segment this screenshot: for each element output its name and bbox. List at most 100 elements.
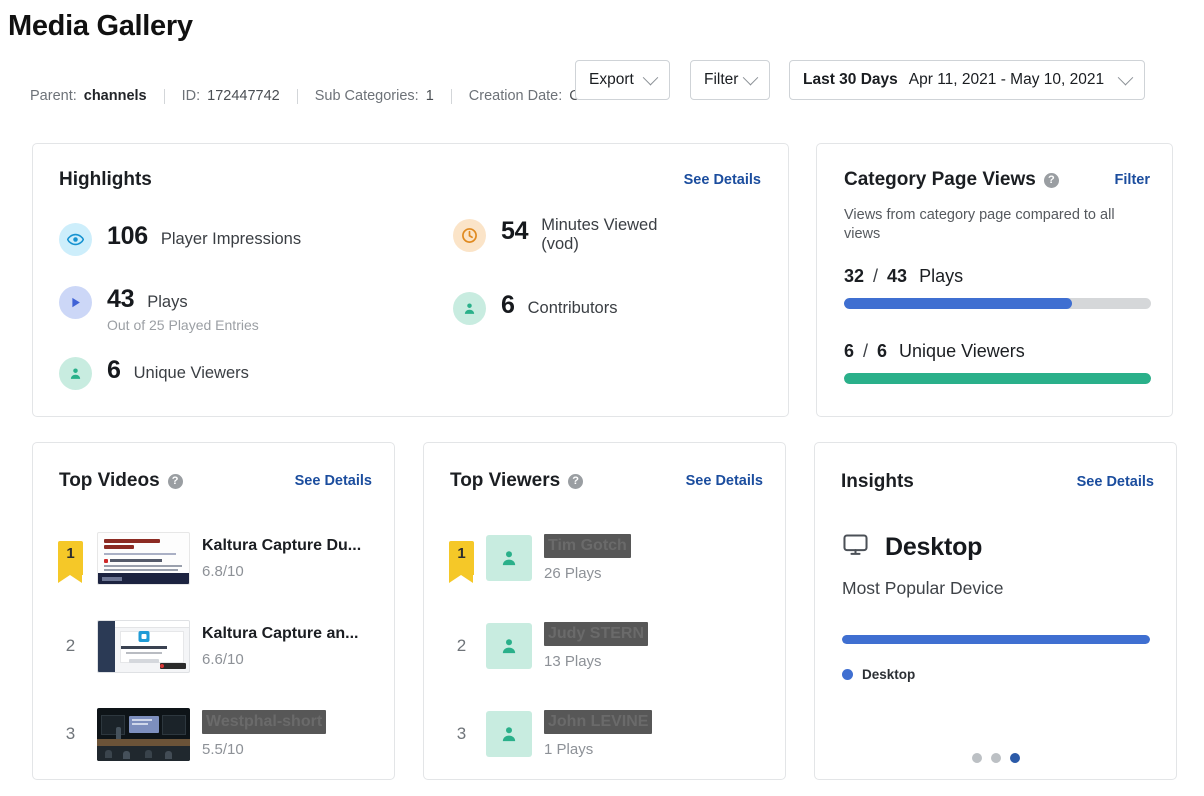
meta-id-value: 172447742	[207, 88, 280, 104]
meta-subcategories-label: Sub Categories:	[314, 88, 419, 104]
video-title[interactable]: Kaltura Capture Du...	[202, 536, 361, 556]
clock-icon	[453, 219, 486, 252]
metric-plays-body: 43 Plays Out of 25 Played Entries	[107, 285, 259, 333]
list-item[interactable]: 2 Kaltura Capture an... 6.6/10	[58, 609, 376, 683]
category-page-views-description: Views from category page compared to all…	[844, 207, 1115, 243]
meta-divider	[163, 88, 165, 104]
category-plays-slash: /	[873, 266, 879, 286]
video-info: Kaltura Capture Du... 6.8/10	[202, 536, 361, 580]
video-info: Westphal-short 5.5/10	[202, 710, 327, 758]
top-videos-see-details-link[interactable]: See Details	[295, 473, 372, 489]
video-thumbnail[interactable]	[97, 531, 190, 585]
rank-badge: 3	[58, 724, 83, 744]
insights-legend: Desktop	[842, 667, 915, 682]
rank-ribbon-icon: 1	[58, 541, 83, 583]
insights-see-details-link[interactable]: See Details	[1077, 474, 1154, 490]
category-unique-viewers-line: 6 / 6 Unique Viewers	[844, 341, 1151, 362]
filter-button[interactable]: Filter	[690, 60, 770, 100]
person-icon	[453, 292, 486, 325]
play-icon	[59, 286, 92, 319]
person-icon	[502, 727, 516, 742]
legend-label: Desktop	[862, 667, 916, 682]
video-title-redacted[interactable]: Westphal-short	[202, 710, 327, 734]
help-icon[interactable]: ?	[1043, 172, 1059, 188]
metric-unique-viewers-line: 6 Unique Viewers	[107, 356, 249, 385]
video-thumbnail[interactable]	[97, 707, 190, 761]
viewer-name: Tim Gotch	[544, 534, 631, 558]
video-thumbnail[interactable]	[97, 619, 190, 673]
export-button[interactable]: Export	[575, 60, 670, 100]
carousel-pagination	[815, 753, 1176, 763]
metric-value: 6	[501, 291, 515, 319]
metric-plays-line: 43 Plays	[107, 285, 259, 314]
eye-icon	[59, 223, 92, 256]
category-unique-viewers-denominator: 6	[877, 341, 888, 361]
metric-label: Contributors	[527, 299, 618, 317]
metric-plays: 43 Plays Out of 25 Played Entries	[59, 285, 259, 333]
meta-subcategories-value: 1	[425, 88, 434, 104]
date-range-picker[interactable]: Last 30 Days Apr 11, 2021 - May 10, 2021	[789, 60, 1145, 100]
top-videos-header: Top Videos ? See Details	[59, 470, 372, 492]
video-title: Westphal-short	[202, 710, 327, 734]
viewer-name-redacted[interactable]: John LEVINE	[544, 710, 653, 734]
metric-player-impressions-line: 106 Player Impressions	[107, 222, 301, 251]
category-plays-denominator: 43	[887, 266, 908, 286]
chevron-down-icon	[642, 69, 659, 85]
top-videos-list: 1 Kaltura Capture Du... 6.8/10 2 Kaltura…	[58, 521, 376, 785]
category-unique-viewers-progress-fill	[844, 373, 1151, 384]
metric-minutes-viewed-body: 54 Minutes Viewed (vod)	[501, 216, 657, 254]
filter-button-label: Filter	[704, 71, 739, 88]
carousel-dot-2[interactable]	[990, 753, 1001, 763]
rank-badge: 1	[58, 541, 83, 583]
viewer-name-redacted[interactable]: Judy STERN	[544, 622, 649, 646]
list-item[interactable]: 3 John LEVINE 1 Plays	[449, 697, 767, 771]
highlights-card-header: Highlights See Details	[59, 169, 761, 191]
category-unique-viewers-slash: /	[863, 341, 869, 361]
list-item[interactable]: 1 Kaltura Capture Du... 6.8/10	[58, 521, 376, 595]
insights-title: Insights	[841, 471, 914, 492]
date-preset-label: Last 30 Days	[803, 71, 898, 88]
highlights-card: Highlights See Details 106 Player Impres…	[32, 143, 789, 417]
category-plays-metric: 32 / 43 Plays	[844, 266, 1151, 309]
meta-divider	[450, 88, 452, 104]
viewer-name-redacted[interactable]: Tim Gotch	[544, 534, 631, 558]
top-videos-card: Top Videos ? See Details 1 Kaltura Captu…	[32, 442, 395, 780]
metric-label: Plays	[147, 293, 188, 311]
list-item[interactable]: 2 Judy STERN 13 Plays	[449, 609, 767, 683]
help-icon[interactable]: ?	[167, 473, 183, 489]
legend-color-swatch	[842, 669, 853, 680]
metric-plays-subtext: Out of 25 Played Entries	[107, 317, 259, 333]
rank-number: 3	[456, 724, 467, 743]
video-score: 6.6/10	[202, 651, 244, 668]
highlights-see-details-link[interactable]: See Details	[684, 172, 761, 188]
carousel-dot-1[interactable]	[971, 753, 982, 763]
rank-badge: 3	[449, 724, 474, 744]
meta-creation-date: Creation Date: C	[469, 88, 580, 104]
rank-badge: 2	[449, 636, 474, 656]
insights-card: Insights See Details Desktop Most Popula…	[814, 442, 1177, 780]
breadcrumb-metadata-bar: Parent: channels ID: 172447742 Sub Categ…	[30, 88, 580, 104]
metric-player-impressions-body: 106 Player Impressions	[107, 222, 301, 251]
page-title: Media Gallery	[8, 10, 193, 42]
top-videos-title: Top Videos	[59, 470, 160, 491]
carousel-dot-3[interactable]	[1009, 753, 1020, 763]
metric-minutes-viewed: 54 Minutes Viewed (vod)	[453, 216, 657, 254]
export-button-label: Export	[589, 71, 634, 88]
top-viewers-see-details-link[interactable]: See Details	[686, 473, 763, 489]
video-info: Kaltura Capture an... 6.6/10	[202, 624, 358, 668]
list-item[interactable]: 3 Westphal-short 5.5/10	[58, 697, 376, 771]
rank-ribbon-icon: 1	[449, 541, 474, 583]
insights-header: Insights See Details	[841, 471, 1154, 493]
category-page-views-filter-link[interactable]: Filter	[1115, 172, 1150, 188]
metric-value: 54	[501, 217, 529, 245]
rank-number: 3	[65, 724, 76, 743]
help-icon[interactable]: ?	[568, 473, 584, 489]
meta-divider	[296, 88, 298, 104]
meta-parent-label: Parent:	[30, 88, 77, 104]
avatar	[486, 535, 532, 581]
meta-subcategories: Sub Categories: 1	[315, 88, 434, 104]
top-viewers-card: Top Viewers ? See Details 1 Tim Gotch 26…	[423, 442, 786, 780]
category-plays-progress-fill	[844, 298, 1073, 309]
list-item[interactable]: 1 Tim Gotch 26 Plays	[449, 521, 767, 595]
video-title[interactable]: Kaltura Capture an...	[202, 624, 358, 644]
